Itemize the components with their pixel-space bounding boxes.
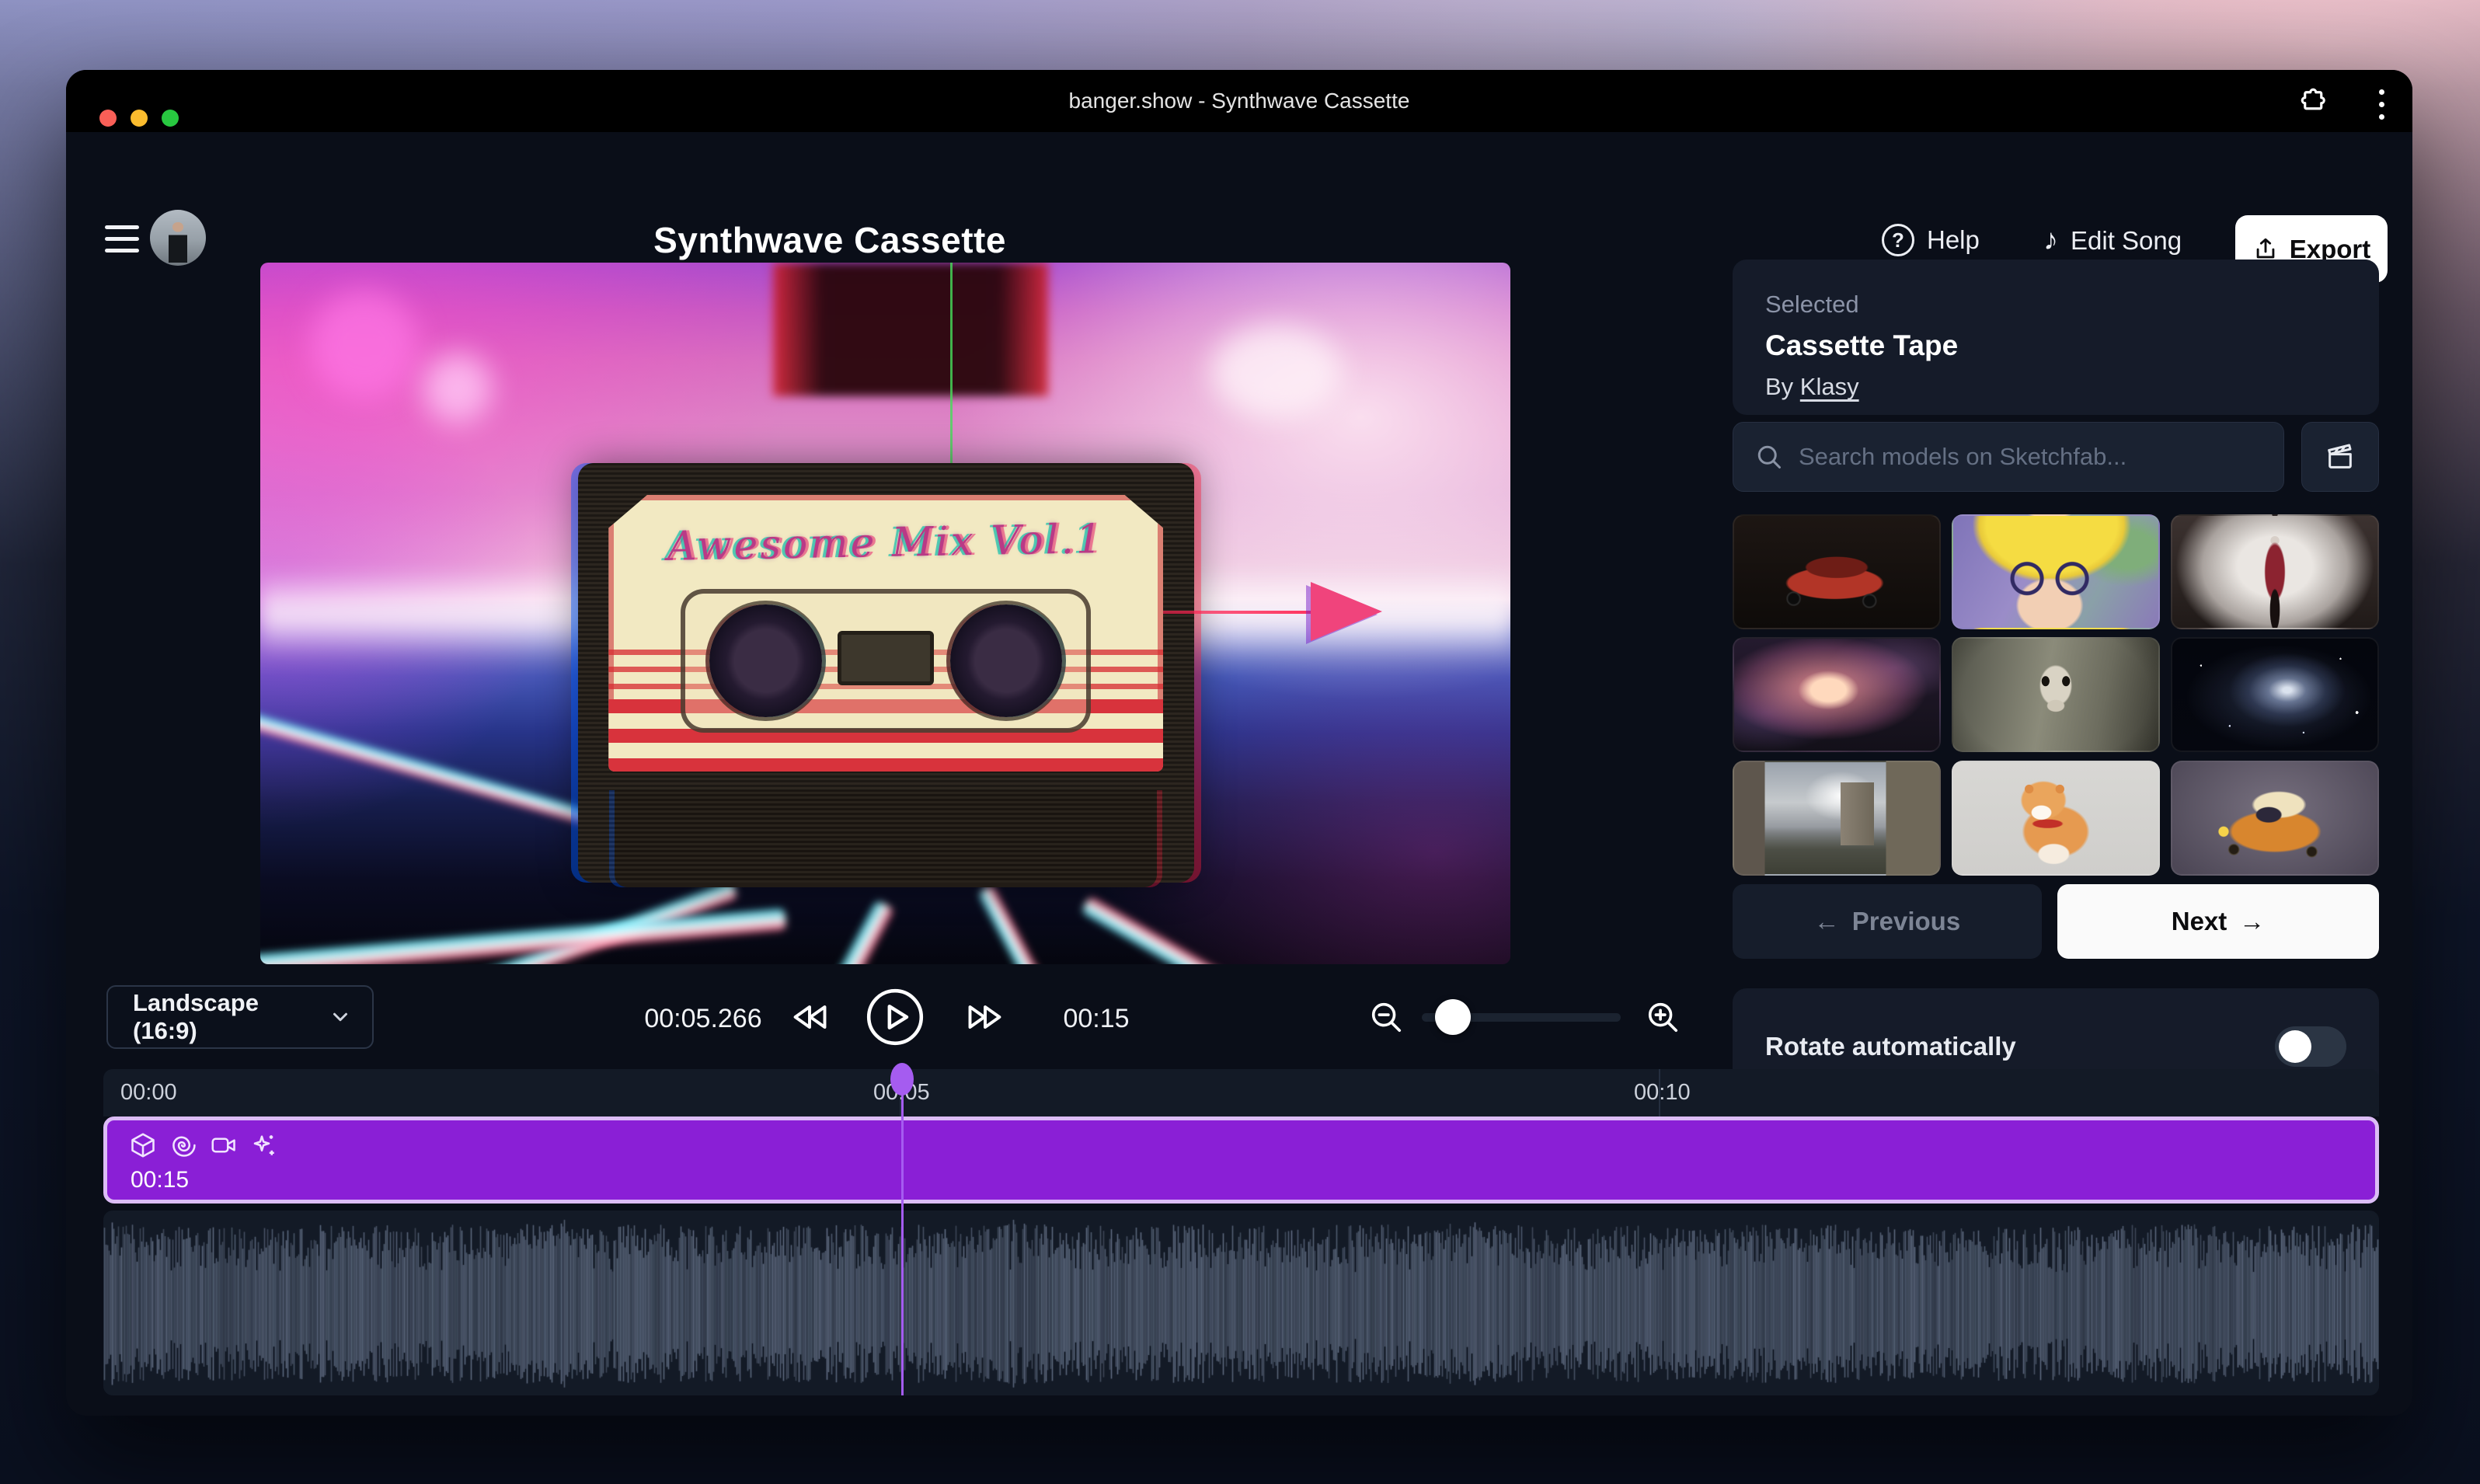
next-label: Next: [2172, 907, 2227, 936]
previous-page-button[interactable]: ← Previous: [1733, 884, 2042, 959]
playhead-line[interactable]: [901, 1069, 904, 1395]
timeline-ruler[interactable]: 00:00 00:05 00:10: [103, 1069, 2379, 1116]
cassette-window: [681, 589, 1091, 733]
cassette-hub: [838, 631, 934, 685]
arrow-right-icon: →: [2239, 907, 2265, 936]
project-title: Synthwave Cassette: [594, 219, 1065, 261]
help-icon: ?: [1882, 224, 1914, 256]
glitch-scanline: [950, 263, 953, 466]
ruler-label: 00:00: [120, 1080, 177, 1106]
total-duration: 00:15: [1034, 1004, 1158, 1034]
cassette-bottom: [615, 790, 1157, 887]
waveform-canvas: [103, 1211, 2379, 1395]
audio-waveform-track[interactable]: [103, 1211, 2379, 1395]
help-label: Help: [1927, 225, 1980, 255]
model-thumbnail-shiba-dog[interactable]: [1952, 761, 2160, 876]
previous-label: Previous: [1852, 907, 1960, 936]
help-button[interactable]: ? Help: [1882, 224, 1980, 256]
rotate-automatically-toggle[interactable]: [2275, 1026, 2346, 1067]
rotate-automatically-label: Rotate automatically: [1765, 1032, 2016, 1061]
sparkles-icon: [250, 1131, 278, 1159]
app-window: banger.show - Synthwave Cassette Synthwa…: [66, 70, 2412, 1416]
search-input[interactable]: [1799, 443, 2262, 471]
video-camera-icon: [210, 1131, 238, 1159]
extensions-puzzle-icon[interactable]: [2298, 85, 2331, 118]
edit-song-label: Edit Song: [2071, 226, 2182, 256]
window-titlebar: banger.show - Synthwave Cassette: [66, 70, 2412, 132]
cassette-reel-right: [950, 604, 1063, 718]
cassette-title-text: Awesome Mix Vol.1: [653, 516, 1120, 570]
window-title: banger.show - Synthwave Cassette: [66, 70, 2412, 132]
play-button[interactable]: [863, 985, 927, 1049]
spiral-icon: [169, 1131, 197, 1159]
timeline-zoom-slider[interactable]: [1422, 1007, 1621, 1027]
ruler-label: 00:10: [1634, 1080, 1691, 1106]
zoom-in-icon[interactable]: [1631, 985, 1695, 1049]
selected-model-name: Cassette Tape: [1765, 329, 2346, 362]
current-time: 00:05.266: [610, 1004, 796, 1034]
bokeh-glow: [423, 354, 493, 423]
bokeh-glow: [310, 291, 419, 399]
model-thumbnail-cartoon-car[interactable]: [2171, 761, 2379, 876]
slider-knob[interactable]: [1435, 999, 1471, 1035]
cassette-label: Awesome Mix Vol.1: [608, 495, 1163, 772]
video-preview[interactable]: Awesome Mix Vol.1: [260, 263, 1510, 964]
author-link[interactable]: Klasy: [1800, 373, 1859, 400]
model-thumbnail-red-sports-car[interactable]: [1733, 514, 1941, 629]
timeline-scene-clip[interactable]: 00:15: [103, 1116, 2379, 1204]
clapperboard-button[interactable]: [2301, 422, 2379, 492]
pink-arrow-shape: [1311, 582, 1382, 641]
light-beam: [1081, 895, 1510, 964]
export-share-icon: [2252, 236, 2279, 263]
fast-forward-button[interactable]: [953, 985, 1017, 1049]
model-thumbnail-sky-ship-clouds[interactable]: [1733, 637, 1941, 752]
bokeh-glow: [1210, 326, 1343, 419]
model-thumbnail-city-street[interactable]: [1733, 761, 1941, 876]
aspect-ratio-dropdown[interactable]: Landscape (16:9): [106, 985, 374, 1049]
user-avatar[interactable]: [150, 210, 206, 266]
cassette-3d-model[interactable]: Awesome Mix Vol.1: [578, 463, 1194, 883]
model-author-line: By Klasy: [1765, 373, 2346, 401]
browser-menu-kebab-icon[interactable]: [2376, 86, 2388, 123]
toggle-knob: [2279, 1030, 2311, 1063]
zoom-out-icon[interactable]: [1354, 985, 1418, 1049]
music-note-icon: ♪: [2043, 224, 2058, 257]
arrow-left-icon: ←: [1814, 907, 1840, 936]
search-icon: [1755, 443, 1783, 471]
model-thumbnail-fantasy-warrior[interactable]: [2171, 514, 2379, 629]
model-search-box[interactable]: [1733, 422, 2284, 492]
chevron-down-icon: [329, 1005, 352, 1029]
hamburger-menu-icon[interactable]: [105, 225, 139, 253]
edit-song-button[interactable]: ♪ Edit Song: [2043, 224, 2182, 257]
clip-duration-label: 00:15: [131, 1167, 189, 1193]
selected-model-panel: Selected Cassette Tape By Klasy: [1733, 260, 2379, 415]
cube-3d-icon: [129, 1131, 157, 1159]
model-thumbnail-anime-girl[interactable]: [1952, 514, 2160, 629]
clip-feature-icons: [129, 1131, 278, 1159]
model-thumbnail-spiral-galaxy[interactable]: [2171, 637, 2379, 752]
next-page-button[interactable]: Next →: [2057, 884, 2379, 959]
selected-label: Selected: [1765, 291, 2346, 319]
background-doorway-shape: [773, 263, 1048, 396]
playhead-handle[interactable]: [890, 1063, 914, 1096]
model-thumbnail-skull[interactable]: [1952, 637, 2160, 752]
aspect-ratio-value: Landscape (16:9): [133, 989, 329, 1045]
rewind-button[interactable]: [778, 985, 841, 1049]
by-prefix: By: [1765, 373, 1800, 400]
cassette-reel-left: [709, 604, 822, 718]
